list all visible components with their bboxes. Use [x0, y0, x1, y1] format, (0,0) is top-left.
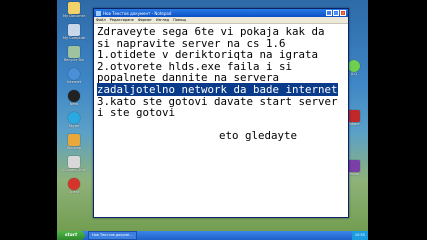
- menu-file[interactable]: Файл: [96, 18, 106, 22]
- desktop-icon-skype[interactable]: Skype: [63, 112, 85, 128]
- game-icon: [68, 156, 80, 168]
- system-tray-clock: 10:55: [351, 231, 368, 240]
- desktop-icon-recycle-bin[interactable]: Recycle Bin: [63, 46, 85, 62]
- menu-bar: Файл Редактиране Формат Изглед Помощ: [94, 17, 348, 24]
- desktop-screen: My Documents My Computer Recycle Bin Int…: [57, 0, 368, 240]
- desktop-icon-my-computer[interactable]: My Computer: [63, 24, 85, 40]
- desktop-icon-winamp[interactable]: Winamp: [63, 134, 85, 150]
- messenger-icon: [348, 160, 360, 172]
- window-title: Нов Текстов документ - Notepad: [103, 10, 172, 16]
- notepad-icon: [96, 10, 101, 16]
- folder-icon: [68, 2, 80, 14]
- flower-icon: [348, 60, 360, 72]
- text-line: Zdraveyte sega 6te vi pokaja kak da: [97, 25, 325, 38]
- close-button[interactable]: ×: [340, 10, 346, 16]
- desktop-icon-opera[interactable]: Opera: [63, 178, 85, 194]
- notepad-window[interactable]: Нов Текстов документ - Notepad _ □ × Фай…: [93, 8, 349, 218]
- selected-text-line: zadaljotelno network da bade internet: [97, 82, 345, 96]
- menu-format[interactable]: Формат: [138, 18, 152, 22]
- desktop-icon-nero[interactable]: Nero: [63, 90, 85, 106]
- text-editor-area[interactable]: Zdraveyte sega 6te vi pokaja kak da si n…: [97, 26, 345, 141]
- window-titlebar[interactable]: Нов Текстов документ - Notepad _ □ ×: [94, 9, 348, 17]
- globe-icon: [68, 68, 80, 80]
- text-line: i ste gotovi: [97, 106, 176, 120]
- signature-text: eto gledayte: [219, 128, 298, 142]
- menu-edit[interactable]: Редактиране: [110, 18, 134, 22]
- disc-icon: [68, 90, 80, 102]
- desktop-icon-my-documents[interactable]: My Documents: [63, 2, 85, 18]
- maximize-button[interactable]: □: [333, 10, 339, 16]
- menu-view[interactable]: Изглед: [156, 18, 169, 22]
- computer-icon: [68, 24, 80, 36]
- taskbar: start Нов Текстов докуме... 10:55: [57, 231, 368, 240]
- chat-icon: [68, 112, 80, 124]
- menu-help[interactable]: Помощ: [173, 18, 186, 22]
- taskbar-item-notepad[interactable]: Нов Текстов докуме...: [88, 231, 137, 240]
- browser-icon: [68, 178, 80, 190]
- start-button[interactable]: start: [57, 231, 85, 240]
- desktop-icon-internet[interactable]: Internet: [63, 68, 85, 84]
- document-icon: [348, 110, 360, 122]
- media-player-icon: [68, 134, 80, 146]
- recycle-bin-icon: [68, 46, 80, 58]
- minimize-button[interactable]: _: [326, 10, 332, 16]
- desktop-icon-counter-strike[interactable]: Counter-Strike: [63, 156, 85, 172]
